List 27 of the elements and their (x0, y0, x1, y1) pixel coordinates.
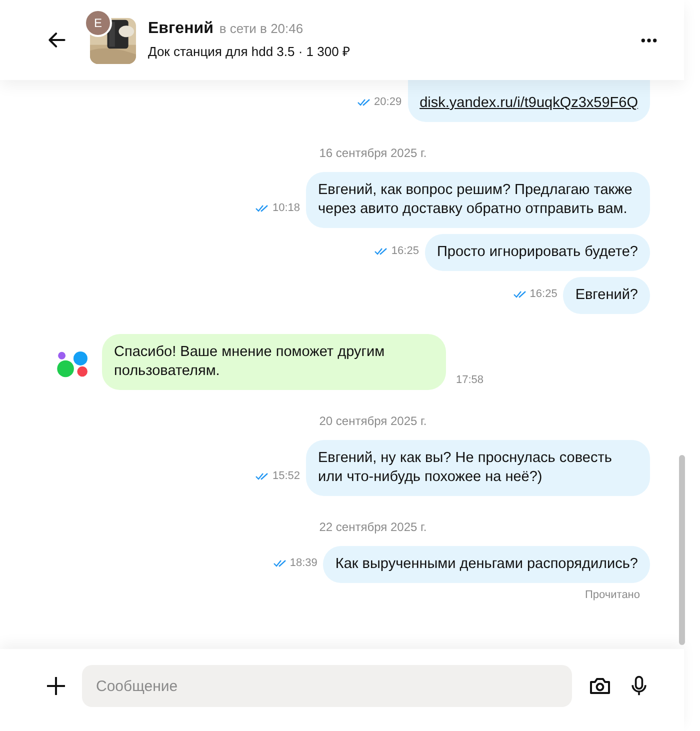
listing-title[interactable]: Док станция для hdd 3.5 · 1 300 ₽ (148, 42, 622, 60)
date-separator: 22 сентября 2025 г. (318, 519, 428, 536)
scrollbar[interactable] (679, 455, 685, 645)
message-bubble: Евгений, как вопрос решим? Предлагаю также через авито доставку обратно отправить вам. (306, 172, 650, 228)
date-separator: 20 сентября 2025 г. (318, 413, 428, 430)
message-time: 10:18 (272, 202, 300, 214)
message-time: 17:58 (456, 374, 484, 386)
message-time: 16:25 (391, 245, 419, 257)
message-bubble: Просто игнорировать будете? (424, 234, 650, 271)
message-link[interactable]: disk.yandex.ru/i/t9uqkQz3x59F6Q (420, 95, 638, 111)
message-bubble: Спасибо! Ваше мнение поможет другим пользователям. (102, 334, 446, 390)
more-icon[interactable] (640, 38, 658, 42)
contact-name: Евгений (148, 20, 214, 38)
online-status: в сети в 20:46 (219, 21, 304, 36)
add-icon[interactable] (46, 676, 66, 696)
message-bubble: Евгений? (563, 277, 650, 314)
logo-icon (56, 351, 90, 379)
message-time: 16:25 (530, 288, 558, 300)
message-bubble: Евгений, ну как вы? Не проснулась совесть или что-нибудь похожее на неё?) (306, 440, 650, 496)
message-bubble: Как вырученными деньгами распорядились? (323, 546, 650, 583)
message-time: 20:29 (374, 96, 402, 108)
message-time: 15:52 (272, 470, 300, 482)
read-receipt: Прочитано (584, 589, 640, 601)
message-input[interactable]: Сообщение (82, 665, 572, 707)
avatar: Е (84, 9, 112, 37)
message-time: 18:39 (290, 557, 318, 569)
date-separator: 16 сентября 2025 г. (318, 145, 428, 162)
